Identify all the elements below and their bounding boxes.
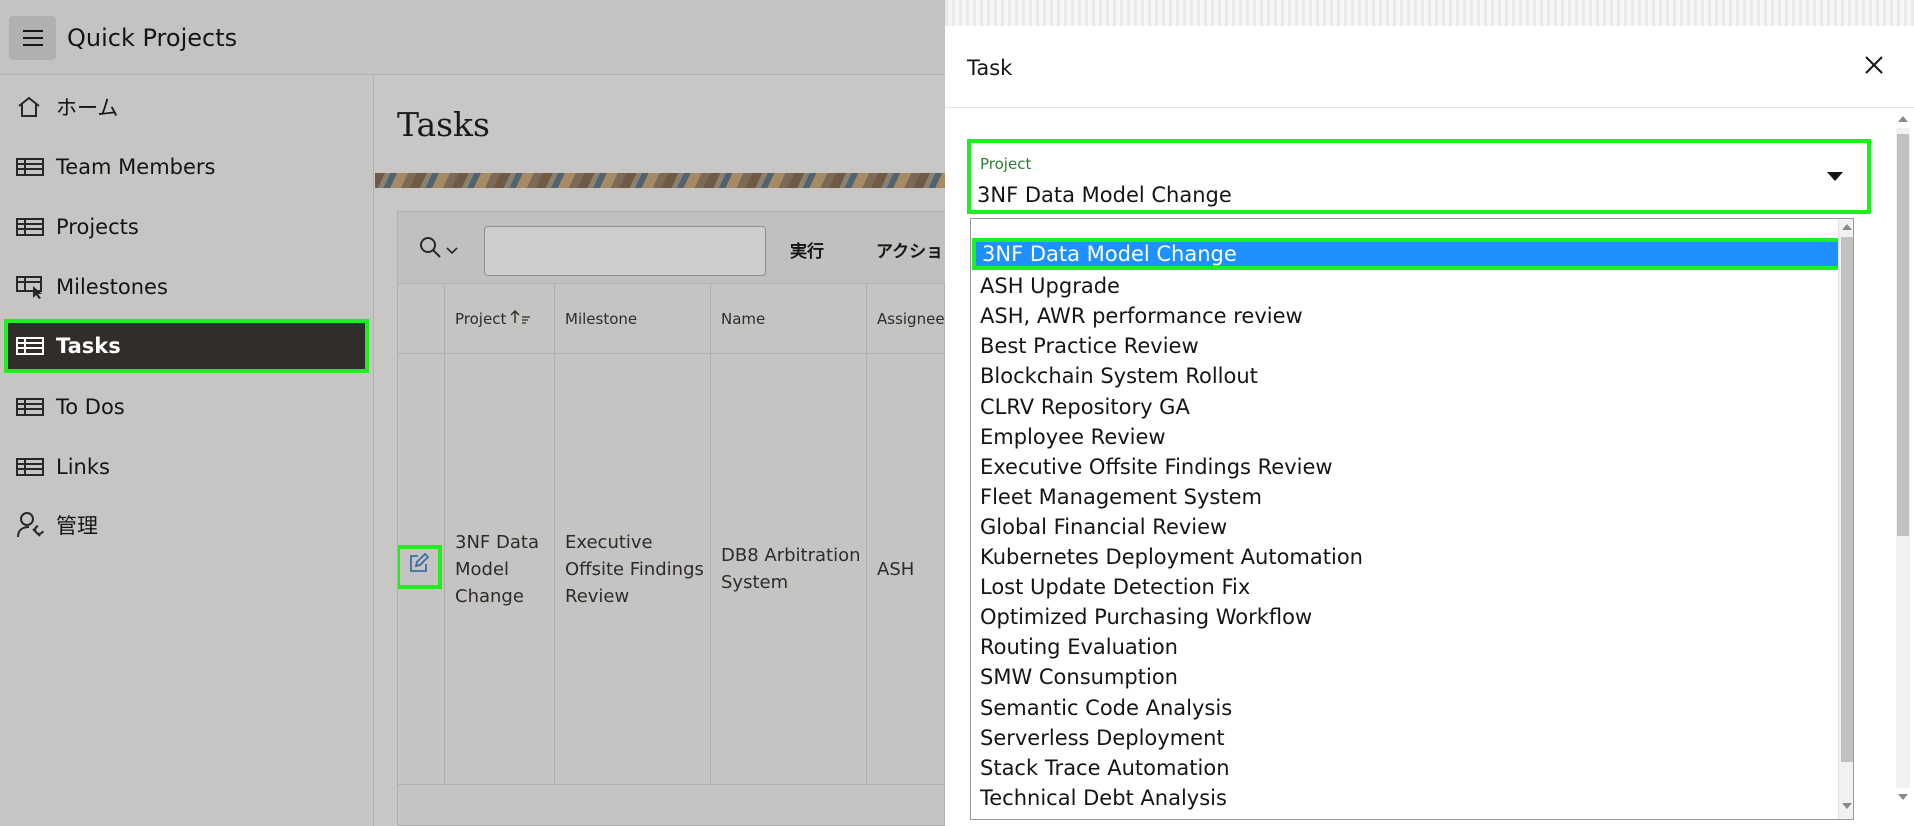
- sidebar: ホーム Team Members Projects Milestones Tas…: [0, 75, 374, 826]
- scroll-up-icon: [1898, 116, 1908, 122]
- column-header-project[interactable]: Project: [444, 284, 554, 353]
- list-item[interactable]: Best Practice Review: [971, 331, 1839, 361]
- scroll-down-icon: [1898, 794, 1908, 800]
- list-item[interactable]: Technical Debt Analysis: [971, 783, 1839, 813]
- list-item[interactable]: Lost Update Detection Fix: [971, 572, 1839, 602]
- project-select[interactable]: Project 3NF Data Model Change: [967, 139, 1871, 214]
- list-item[interactable]: Fleet Management System: [971, 482, 1839, 512]
- dialog-top-strip: [945, 0, 1914, 26]
- report-header-row: Project Milestone Name Assignee: [398, 284, 946, 354]
- sidebar-item-team-members[interactable]: Team Members: [6, 143, 367, 191]
- close-dialog-button[interactable]: [1859, 52, 1889, 82]
- user-wrench-icon: [16, 511, 46, 539]
- list-item[interactable]: Serverless Deployment: [971, 723, 1839, 753]
- column-header-assignee[interactable]: Assignee: [866, 284, 946, 353]
- sidebar-item-milestones[interactable]: Milestones: [6, 263, 367, 311]
- edit-icon: [408, 552, 430, 582]
- list-item[interactable]: Kubernetes Deployment Automation: [971, 542, 1839, 572]
- search-column-button[interactable]: [418, 234, 462, 264]
- hamburger-icon: [23, 30, 43, 32]
- sidebar-item-label: Milestones: [56, 275, 168, 299]
- sidebar-item-label: To Dos: [56, 395, 125, 419]
- list-item[interactable]: SMW Consumption: [971, 662, 1839, 692]
- table-row: 3NF Data Model Change Executive Offsite …: [398, 354, 946, 785]
- milestone-icon: [16, 275, 46, 299]
- list-item[interactable]: Employee Review: [971, 422, 1839, 452]
- sidebar-item-label: Tasks: [56, 334, 121, 358]
- sidebar-item-label: Team Members: [56, 155, 216, 179]
- scroll-down-icon: [1842, 803, 1852, 809]
- column-header-name[interactable]: Name: [710, 284, 866, 353]
- list-scrollbar[interactable]: [1838, 219, 1853, 819]
- list-item[interactable]: Executive Offsite Findings Review: [971, 452, 1839, 482]
- search-input[interactable]: [484, 226, 766, 276]
- sidebar-item-links[interactable]: Links: [6, 443, 367, 491]
- sort-ascending-icon: [510, 309, 532, 329]
- cell-milestone: Executive Offsite Findings Review: [554, 354, 710, 784]
- app-title[interactable]: Quick Projects: [67, 24, 237, 52]
- scrollbar-thumb[interactable]: [1841, 237, 1853, 762]
- table-icon: [16, 157, 46, 177]
- home-icon: [16, 95, 46, 119]
- edit-column-header: [398, 284, 444, 353]
- sidebar-item-label: Projects: [56, 215, 139, 239]
- sidebar-item-home[interactable]: ホーム: [6, 83, 367, 131]
- table-icon: [16, 217, 46, 237]
- cell-name: DB8 Arbitration System: [710, 354, 866, 784]
- sidebar-item-to-dos[interactable]: To Dos: [6, 383, 367, 431]
- interactive-report: 実行 アクション Project Milestone Name Assignee: [397, 211, 960, 826]
- table-icon: [16, 336, 46, 356]
- dialog-scrollbar[interactable]: [1892, 108, 1914, 808]
- list-item[interactable]: Routing Evaluation: [971, 632, 1839, 662]
- list-item-selected[interactable]: 3NF Data Model Change: [972, 238, 1853, 270]
- project-field-label: Project: [980, 155, 1032, 173]
- list-item[interactable]: CLRV Repository GA: [971, 392, 1839, 422]
- caret-down-icon: [1827, 172, 1843, 181]
- project-field-value: 3NF Data Model Change: [977, 183, 1232, 207]
- scroll-up-icon: [1842, 224, 1852, 230]
- sidebar-item-tasks[interactable]: Tasks: [4, 319, 369, 373]
- main-content: Tasks 実行 アクション Project Milestone Name As…: [375, 75, 960, 826]
- menu-toggle-button[interactable]: [9, 16, 56, 60]
- dialog-divider: [945, 107, 1914, 108]
- column-header-milestone[interactable]: Milestone: [554, 284, 710, 353]
- chevron-down-icon: [446, 240, 458, 259]
- cell-project: 3NF Data Model Change: [444, 354, 554, 784]
- list-item[interactable]: ASH, AWR performance review: [971, 301, 1839, 331]
- cell-assignee: ASH: [866, 354, 946, 784]
- report-toolbar: 実行 アクション: [398, 212, 960, 284]
- hamburger-icon-bar: [23, 44, 43, 46]
- edit-row-button[interactable]: [398, 545, 442, 589]
- list-item[interactable]: Semantic Code Analysis: [971, 693, 1839, 723]
- list-item[interactable]: Global Financial Review: [971, 512, 1839, 542]
- header-banner-image: [375, 173, 945, 188]
- sidebar-item-label: Links: [56, 455, 110, 479]
- search-icon: [418, 235, 442, 263]
- edit-cell: [398, 354, 444, 784]
- list-item[interactable]: Blockchain System Rollout: [971, 361, 1839, 391]
- sidebar-item-label: 管理: [56, 514, 98, 538]
- app-header: Quick Projects: [0, 0, 945, 75]
- table-icon: [16, 457, 46, 477]
- list-item[interactable]: Optimized Purchasing Workflow: [971, 602, 1839, 632]
- column-header-label: Project: [455, 309, 507, 328]
- dialog-title: Task: [967, 56, 1013, 80]
- table-icon: [16, 397, 46, 417]
- go-button[interactable]: 実行: [790, 237, 824, 262]
- hamburger-icon-bar: [23, 37, 43, 39]
- sidebar-item-label: ホーム: [56, 96, 119, 120]
- sidebar-item-projects[interactable]: Projects: [6, 203, 367, 251]
- list-item[interactable]: ASH Upgrade: [971, 271, 1839, 301]
- list-item[interactable]: Stack Trace Automation: [971, 753, 1839, 783]
- sidebar-item-admin[interactable]: 管理: [6, 501, 367, 549]
- project-options-list[interactable]: 3NF Data Model Change ASH Upgrade ASH, AWR…: [970, 218, 1854, 820]
- scrollbar-thumb[interactable]: [1897, 134, 1909, 536]
- close-icon: [1864, 55, 1884, 79]
- page-title: Tasks: [397, 105, 490, 144]
